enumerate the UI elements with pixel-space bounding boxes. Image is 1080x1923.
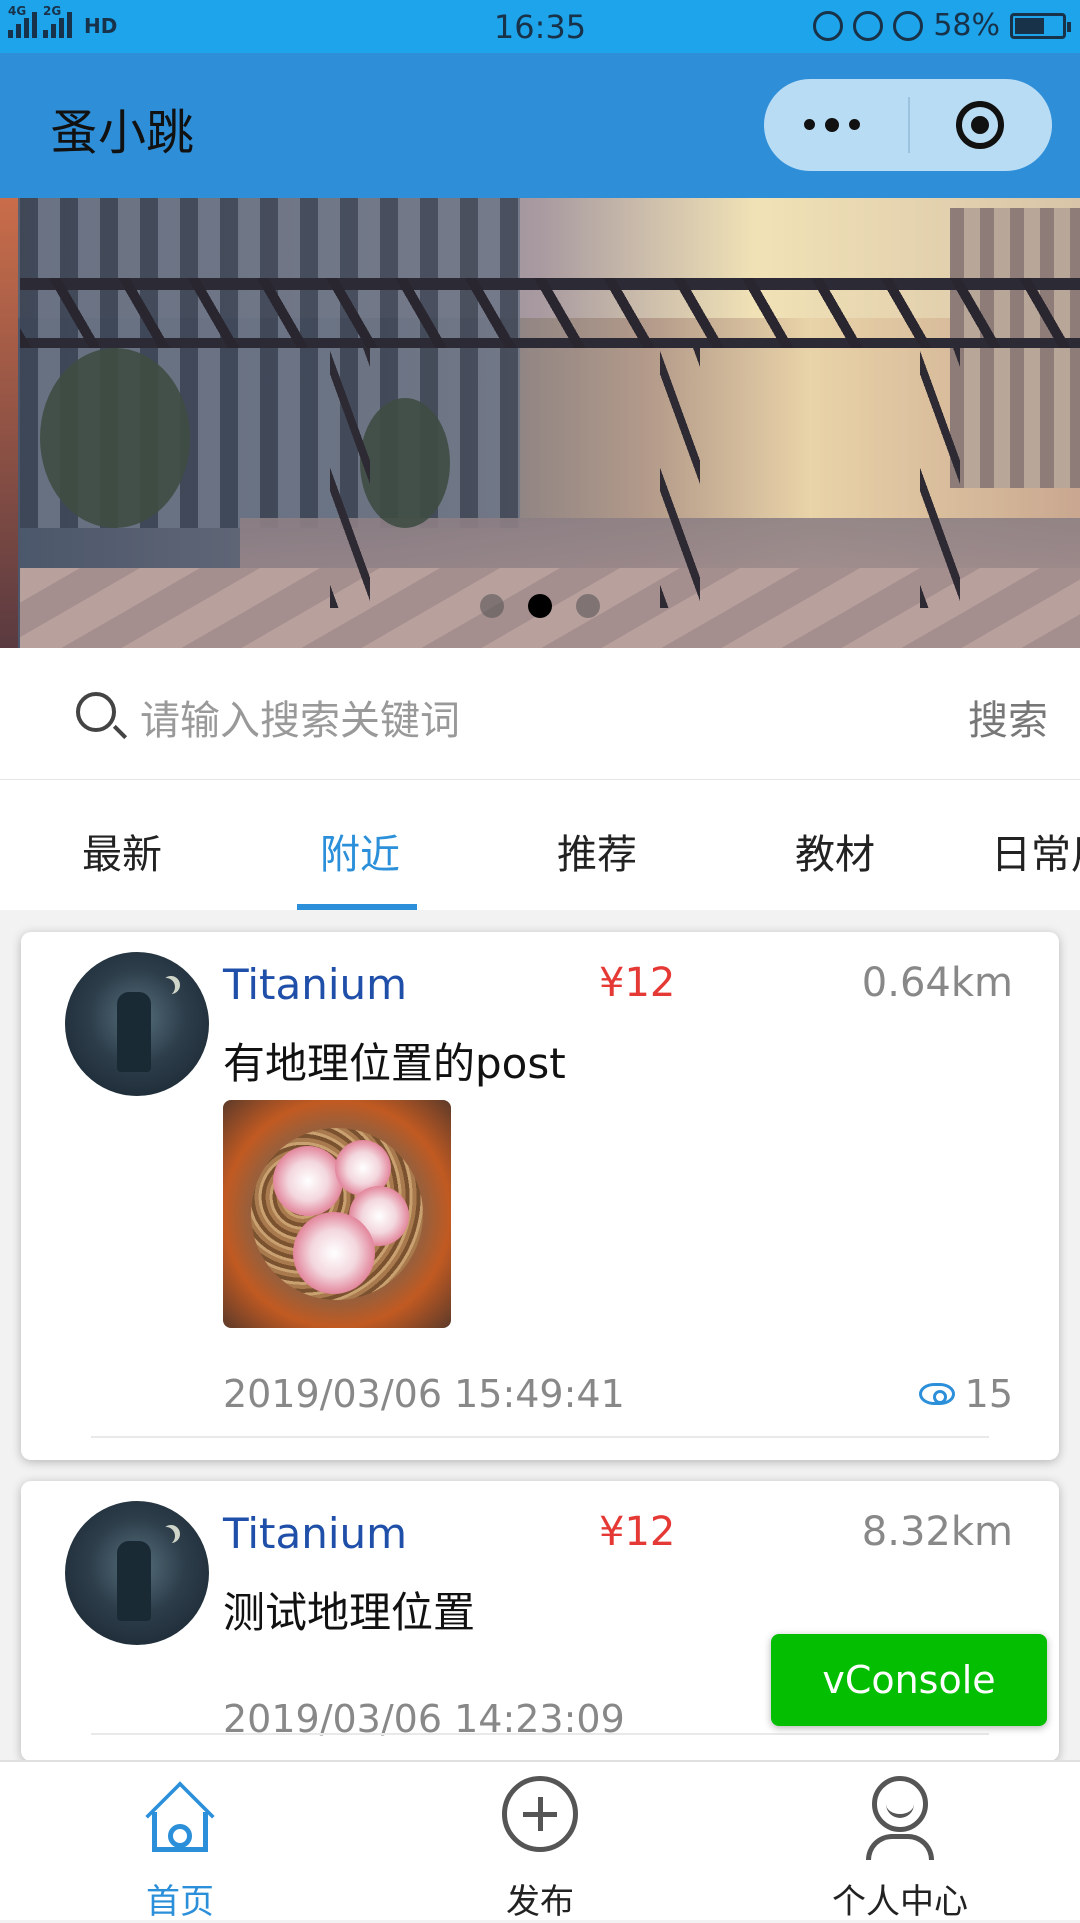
banner-tree	[360, 398, 450, 528]
banner-bridge-leg	[330, 348, 370, 608]
card-divider	[91, 1436, 989, 1438]
capsule-divider	[908, 97, 910, 153]
search-icon	[76, 692, 116, 732]
miniprogram-capsule	[764, 79, 1052, 171]
view-count: 15	[964, 1372, 1013, 1416]
banner-tree	[40, 348, 190, 528]
active-tab-underline	[297, 904, 417, 910]
post-username[interactable]: Titanium	[223, 1509, 407, 1558]
close-miniprogram-icon[interactable]	[956, 101, 1004, 149]
avatar[interactable]	[65, 952, 209, 1096]
add-icon	[502, 1776, 578, 1852]
post-views: 15	[918, 1372, 1013, 1416]
post-title: 测试地理位置	[223, 1588, 476, 1637]
post-distance: 0.64km	[861, 960, 1013, 1006]
category-tabs: 最新 附近 推荐 教材 日常用	[0, 780, 1080, 910]
carousel-dot[interactable]	[528, 594, 552, 618]
tab-textbooks[interactable]: 教材	[795, 822, 875, 880]
tab-bar-publish-label: 发布	[506, 1882, 574, 1922]
banner-building-right	[950, 208, 1080, 488]
page-title: 蚤小跳	[50, 105, 195, 161]
post-image[interactable]	[223, 1100, 451, 1328]
avatar[interactable]	[65, 1501, 209, 1645]
card-divider	[91, 1733, 989, 1735]
tab-bar-home-label: 首页	[146, 1882, 214, 1922]
search-input[interactable]: 请输入搜索关键词	[140, 688, 460, 746]
tab-latest[interactable]: 最新	[82, 822, 162, 880]
post-title: 有地理位置的post	[223, 1039, 566, 1088]
bottom-tab-bar: 首页 发布 个人中心	[0, 1760, 1080, 1922]
carousel-dot[interactable]	[480, 594, 504, 618]
status-indicators: 58%	[813, 8, 1071, 43]
banner-carousel[interactable]	[0, 198, 1080, 648]
carousel-indicator	[0, 594, 1080, 618]
banner-edge	[0, 198, 18, 648]
search-button[interactable]: 搜索	[968, 688, 1048, 746]
battery-icon	[1010, 12, 1071, 39]
nav-bar: 蚤小跳	[0, 53, 1080, 198]
tab-recommended[interactable]: 推荐	[557, 822, 637, 880]
post-distance: 8.32km	[861, 1509, 1013, 1555]
status-bar: 4G 2G HD 16:35 58%	[0, 0, 1080, 53]
home-icon	[142, 1776, 218, 1852]
post-price: ¥12	[599, 1509, 676, 1555]
tab-daily[interactable]: 日常用	[991, 822, 1080, 880]
post-card[interactable]: Titanium ¥12 0.64km 有地理位置的post 2019/03/0…	[21, 932, 1059, 1460]
user-icon	[862, 1776, 938, 1860]
carousel-dot[interactable]	[576, 594, 600, 618]
search-bar: 请输入搜索关键词 搜索	[0, 648, 1080, 780]
eye-icon	[918, 1383, 955, 1405]
mute-icon	[813, 10, 844, 41]
vconsole-button[interactable]: vConsole	[771, 1634, 1047, 1726]
tab-bar-profile-label: 个人中心	[832, 1882, 968, 1922]
banner-bridge	[20, 278, 1080, 348]
post-timestamp: 2019/03/06 15:49:41	[223, 1372, 625, 1416]
more-icon[interactable]	[804, 118, 860, 132]
banner-bridge-leg	[660, 348, 700, 608]
battery-percent: 58%	[933, 8, 1000, 43]
post-username[interactable]: Titanium	[223, 960, 407, 1009]
alarm-icon	[893, 10, 924, 41]
lock-rotation-icon	[853, 10, 884, 41]
banner-bridge-leg	[920, 348, 960, 608]
post-price: ¥12	[599, 960, 676, 1006]
tab-nearby[interactable]: 附近	[320, 822, 400, 880]
